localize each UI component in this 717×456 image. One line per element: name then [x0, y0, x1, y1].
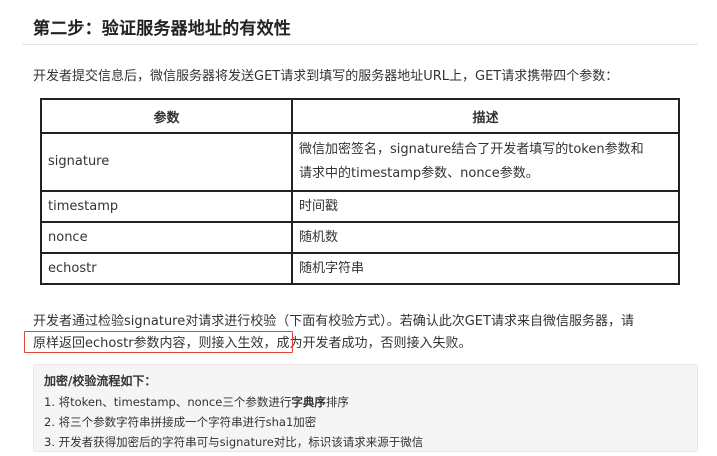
- list-item: 1. 将token、timestamp、nonce三个参数进行字典序排序: [44, 392, 423, 412]
- param-description: 时间戳: [291, 190, 680, 223]
- highlight-annotation-box: [24, 331, 293, 353]
- param-description-line: 微信加密签名，signature结合了开发者填写的token参数和: [299, 142, 644, 157]
- param-description-line: 请求中的timestamp参数、nonce参数。: [299, 166, 539, 181]
- table-header-row: 参数 描述: [40, 98, 680, 134]
- heading-divider: [22, 44, 698, 45]
- process-steps-list: 1. 将token、timestamp、nonce三个参数进行字典序排序 2. …: [44, 392, 423, 452]
- param-description: 随机数: [291, 221, 680, 254]
- step-text: 1. 将token、timestamp、nonce三个参数进行: [44, 395, 292, 409]
- param-name: echostr: [40, 252, 293, 285]
- page-heading: 第二步：验证服务器地址的有效性: [33, 19, 291, 39]
- column-header-param: 参数: [40, 98, 293, 134]
- step-text: 排序: [325, 395, 349, 409]
- process-box-title: 加密/校验流程如下：: [44, 374, 157, 388]
- step-emphasis: 字典序: [291, 395, 326, 409]
- param-name: signature: [40, 132, 293, 192]
- parameters-table: 参数 描述 signature 微信加密签名，signature结合了开发者填写…: [40, 98, 680, 285]
- table-row: echostr 随机字符串: [40, 252, 680, 285]
- process-box: 加密/校验流程如下： 1. 将token、timestamp、nonce三个参数…: [33, 364, 698, 452]
- column-header-description: 描述: [291, 98, 680, 134]
- param-name: timestamp: [40, 190, 293, 223]
- table-row: nonce 随机数: [40, 221, 680, 254]
- param-name: nonce: [40, 221, 293, 254]
- param-description: 随机字符串: [291, 252, 680, 285]
- list-item: 3. 开发者获得加密后的字符串可与signature对比，标识该请求来源于微信: [44, 435, 424, 449]
- list-item: 2. 将三个参数字符串拼接成一个字符串进行sha1加密: [44, 415, 317, 429]
- table-row: signature 微信加密签名，signature结合了开发者填写的token…: [40, 132, 680, 192]
- paragraph-line: 开发者通过检验signature对请求进行校验（下面有校验方式）。若确认此次GE…: [33, 314, 634, 329]
- table-row: timestamp 时间戳: [40, 190, 680, 223]
- intro-text: 开发者提交信息后，微信服务器将发送GET请求到填写的服务器地址URL上，GET请…: [33, 69, 619, 84]
- param-description: 微信加密签名，signature结合了开发者填写的token参数和 请求中的ti…: [291, 132, 680, 192]
